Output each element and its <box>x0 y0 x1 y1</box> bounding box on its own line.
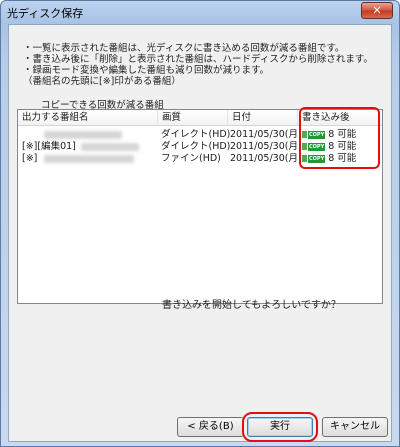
quality-cell: ダイレクト(HD) <box>161 129 231 140</box>
column-header-program[interactable]: 出力する番組名 <box>18 110 158 126</box>
confirm-question: 書き込みを開始してもよろしいですか？ <box>162 300 341 311</box>
cancel-button[interactable]: キャンセル <box>322 417 388 437</box>
redacted-name <box>44 154 135 163</box>
title-bar[interactable]: 光ディスク保存 ✕ <box>1 1 399 23</box>
program-list[interactable]: 出力する番組名 画質 日付 書き込み後 ダイレクト(HD) 2011/05/30… <box>17 107 383 304</box>
highlight-execute <box>242 412 318 442</box>
note-line: （番組名の先頭に[※]印がある番組） <box>23 76 181 87</box>
note-line: ・一覧に表示された番組は、光ディスクに書き込める回数が減る番組です。 <box>23 43 345 54</box>
back-button[interactable]: < 戻る(B) <box>177 417 244 437</box>
redacted-name <box>44 130 122 139</box>
dialog-body: ・一覧に表示された番組は、光ディスクに書き込める回数が減る番組です。 ・書き込み… <box>8 24 392 442</box>
quality-cell: ファイン(HD) <box>161 153 221 164</box>
column-header-date[interactable]: 日付 <box>228 110 298 126</box>
program-name: [※] <box>22 153 135 165</box>
close-button[interactable]: ✕ <box>361 2 393 19</box>
dialog-window: 光ディスク保存 ✕ ・一覧に表示された番組は、光ディスクに書き込める回数が減る番… <box>0 0 400 447</box>
program-prefix: [※] <box>22 153 38 164</box>
notes-text: ・一覧に表示された番組は、光ディスクに書き込める回数が減る番組です。 ・書き込み… <box>23 43 383 87</box>
note-line: ・録画モード変換や編集した番組も減り回数が減ります。 <box>23 65 270 76</box>
highlight-after-column <box>299 107 380 169</box>
date-cell: 2011/05/30(月) <box>230 129 302 140</box>
column-header-quality[interactable]: 画質 <box>158 110 228 126</box>
program-name <box>22 129 122 141</box>
program-name: [※][編集01] <box>22 141 139 153</box>
date-cell: 2011/05/30(月) <box>230 141 302 152</box>
quality-cell: ダイレクト(HD) <box>161 141 231 152</box>
program-prefix: [※][編集01] <box>22 141 76 152</box>
date-cell: 2011/05/30(月) <box>230 153 302 164</box>
note-line: ・書き込み後に「削除」と表示された番組は、ハードディスクから削除されます。 <box>23 54 373 65</box>
redacted-name <box>80 142 139 151</box>
close-icon: ✕ <box>372 4 382 17</box>
window-title: 光ディスク保存 <box>7 7 84 20</box>
